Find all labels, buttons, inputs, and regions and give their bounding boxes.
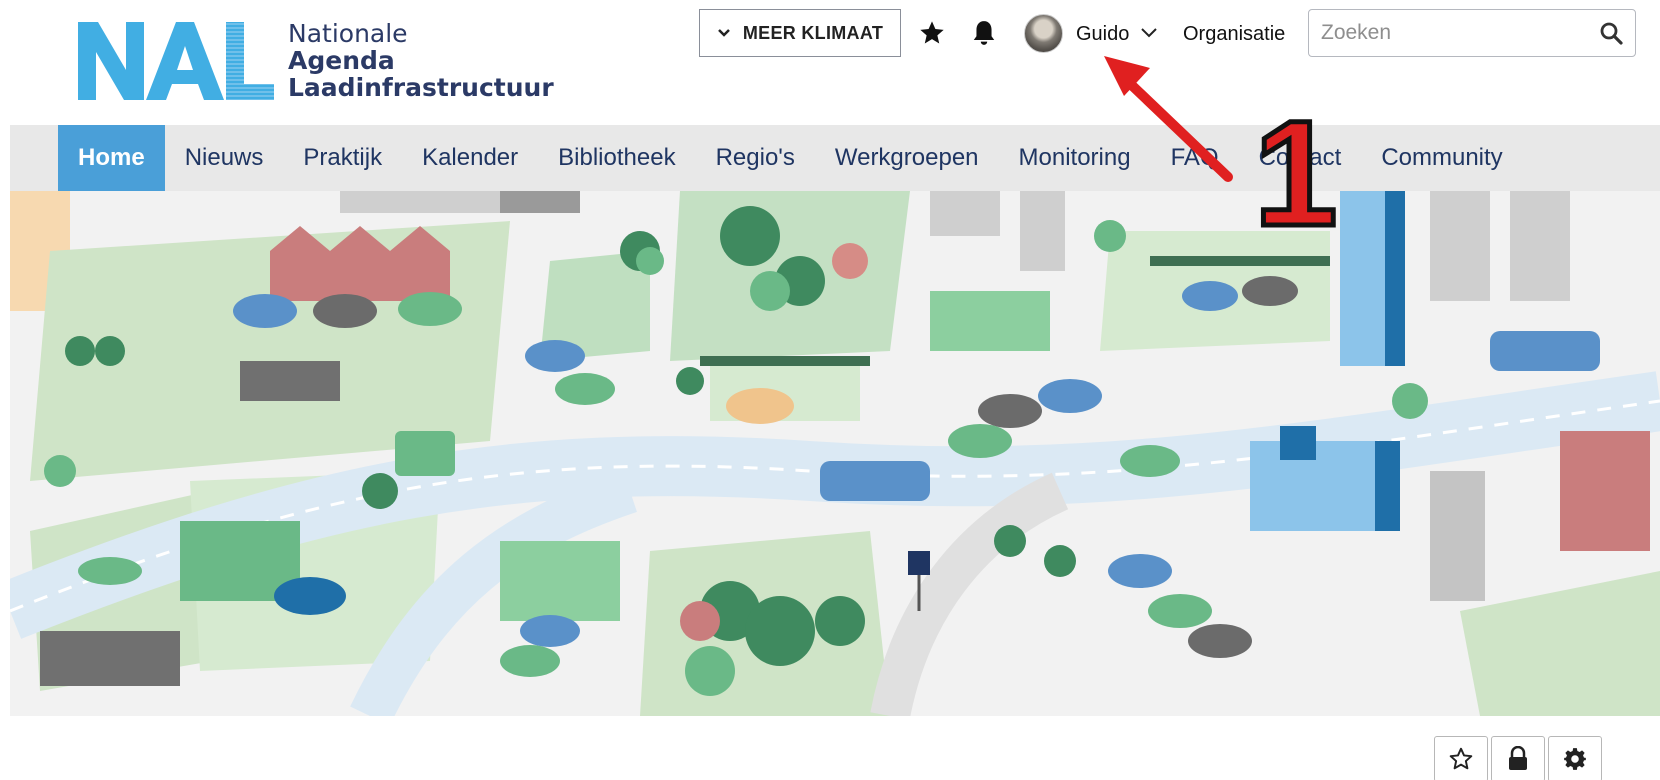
logo-line-3: Laadinfrastructuur [288, 72, 554, 102]
nav-item-kalender[interactable]: Kalender [402, 125, 538, 191]
nav-item-bibliotheek[interactable]: Bibliotheek [538, 125, 695, 191]
nal-logo-mark [78, 22, 274, 100]
chevron-down-icon[interactable] [1139, 22, 1159, 42]
nav-item-home[interactable]: Home [58, 125, 165, 191]
lock-icon [1509, 746, 1527, 770]
main-nav: Home Nieuws Praktijk Kalender Bibliothee… [10, 125, 1660, 191]
organisatie-link[interactable]: Organisatie [1183, 23, 1285, 46]
page: Nationale Agenda Laadinfrastructuur MEER… [0, 0, 1660, 780]
nav-item-faq[interactable]: FAQ [1151, 125, 1239, 191]
logo-line-2: Agenda [288, 45, 395, 75]
nav-item-werkgroepen[interactable]: Werkgroepen [815, 125, 999, 191]
nav-item-community[interactable]: Community [1361, 125, 1522, 191]
nav-item-praktijk[interactable]: Praktijk [283, 125, 402, 191]
nav-item-monitoring[interactable]: Monitoring [999, 125, 1151, 191]
user-avatar[interactable] [1024, 14, 1063, 53]
meer-klimaat-button[interactable]: MEER KLIMAAT [699, 9, 901, 57]
meer-klimaat-label: MEER KLIMAAT [742, 22, 884, 43]
bell-icon [973, 21, 995, 45]
lock-button[interactable] [1491, 736, 1545, 780]
star-icon [920, 21, 944, 44]
settings-button[interactable] [1548, 736, 1602, 780]
annotation-number: 1 [1251, 89, 1339, 257]
nav-item-nieuws[interactable]: Nieuws [165, 125, 284, 191]
city-map-illustration [10, 191, 1660, 716]
chevron-down-icon [717, 29, 730, 37]
logo-text: Nationale Agenda Laadinfrastructuur [288, 20, 554, 101]
logo-line-1: Nationale [288, 18, 408, 48]
site-logo[interactable]: Nationale Agenda Laadinfrastructuur [76, 18, 556, 102]
search-box[interactable] [1308, 9, 1636, 57]
notifications-button[interactable] [969, 18, 999, 48]
nav-item-regios[interactable]: Regio's [696, 125, 815, 191]
search-input[interactable] [1321, 21, 1599, 45]
favorites-button[interactable] [917, 18, 947, 48]
star-outline-icon [1449, 747, 1473, 770]
search-icon[interactable] [1599, 21, 1623, 45]
user-name[interactable]: Guido [1076, 23, 1129, 46]
gear-icon [1564, 748, 1586, 770]
favorite-page-button[interactable] [1434, 736, 1488, 780]
hero-illustration [10, 191, 1660, 716]
